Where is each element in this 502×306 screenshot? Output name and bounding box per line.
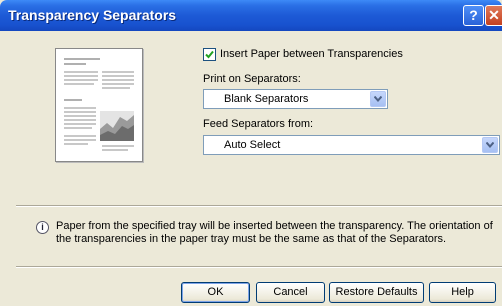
checkmark-icon xyxy=(205,50,214,59)
info-bottom-divider xyxy=(16,266,502,268)
close-icon: ✕ xyxy=(488,7,500,23)
cancel-button[interactable]: Cancel xyxy=(256,282,325,303)
page-preview-image xyxy=(55,48,143,162)
insert-paper-label: Insert Paper between Transparencies xyxy=(220,48,403,60)
print-on-label: Print on Separators: xyxy=(203,73,301,85)
info-text: Paper from the specified tray will be in… xyxy=(56,220,493,245)
help-button[interactable]: Help xyxy=(429,282,496,303)
ok-button[interactable]: OK xyxy=(181,282,250,303)
chevron-down-icon[interactable] xyxy=(482,137,498,153)
chevron-down-icon[interactable] xyxy=(370,91,386,107)
question-icon: ? xyxy=(469,7,478,23)
close-button[interactable]: ✕ xyxy=(485,5,502,26)
help-title-button[interactable]: ? xyxy=(463,5,484,26)
feed-from-label: Feed Separators from: xyxy=(203,118,314,130)
info-top-divider xyxy=(16,205,502,207)
chart-thumbnail-icon xyxy=(100,111,134,141)
print-on-select[interactable]: Blank Separators xyxy=(203,89,388,109)
info-icon: i xyxy=(36,221,49,234)
insert-paper-checkbox[interactable] xyxy=(203,48,216,61)
print-on-value: Blank Separators xyxy=(224,93,309,105)
feed-from-value: Auto Select xyxy=(224,139,281,151)
window-title: Transparency Separators xyxy=(8,7,177,23)
feed-from-select[interactable]: Auto Select xyxy=(203,135,500,155)
restore-defaults-button[interactable]: Restore Defaults xyxy=(329,282,424,303)
title-bar: Transparency Separators ? ✕ xyxy=(0,0,502,31)
